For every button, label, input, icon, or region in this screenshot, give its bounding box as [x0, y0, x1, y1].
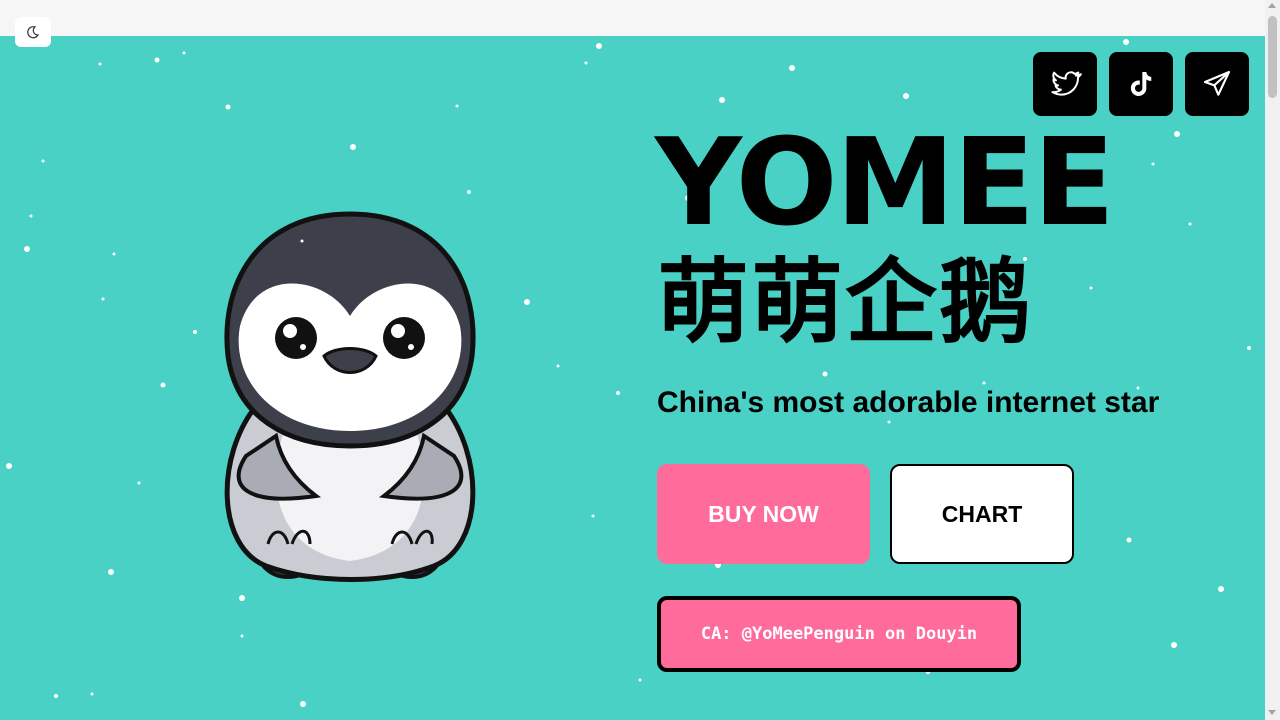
tiktok-icon	[1130, 72, 1152, 96]
twitter-bird-icon	[1051, 71, 1082, 96]
browser-topbar	[0, 0, 1265, 36]
page-scrollbar[interactable]	[1265, 0, 1280, 720]
theme-toggle-button[interactable]	[15, 17, 51, 47]
twitter-button[interactable]	[1033, 52, 1097, 116]
scroll-up-icon[interactable]	[1268, 3, 1276, 8]
tagline: China's most adorable internet star	[657, 386, 1160, 419]
scroll-thumb[interactable]	[1268, 16, 1277, 98]
moon-icon	[27, 26, 40, 39]
chart-button[interactable]: CHART	[890, 464, 1074, 564]
penguin-mascot-image	[224, 211, 476, 582]
buy-now-button[interactable]: BUY NOW	[657, 464, 870, 564]
scroll-down-icon[interactable]	[1268, 710, 1276, 715]
chinese-name: 萌萌企鹅	[657, 249, 1034, 356]
telegram-button[interactable]	[1185, 52, 1249, 116]
contract-address-box[interactable]: CA: @YoMeePenguin on Douyin	[657, 596, 1021, 672]
telegram-paper-plane-icon	[1203, 70, 1231, 96]
brand-title: YOMEE	[655, 114, 1115, 253]
hero-section: YOMEE 萌萌企鹅 China's most adorable interne…	[0, 36, 1265, 720]
tiktok-button[interactable]	[1109, 52, 1173, 116]
